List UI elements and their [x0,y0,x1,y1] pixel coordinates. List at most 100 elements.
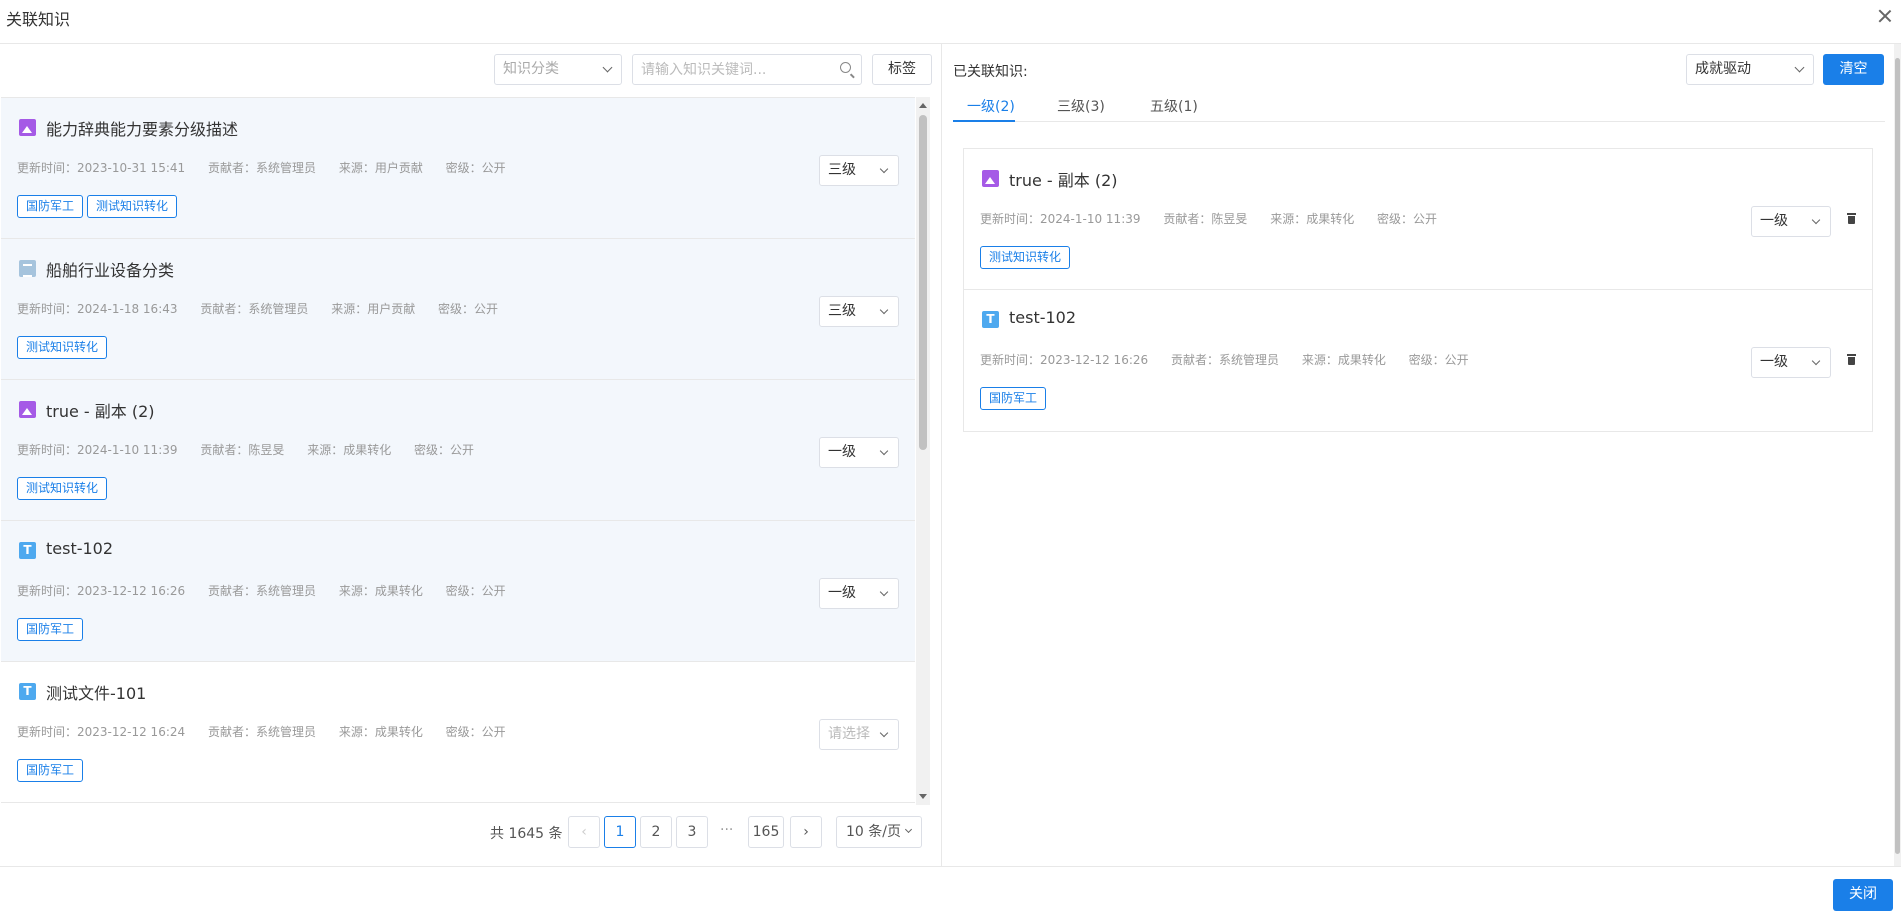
tab-level-1[interactable]: 一级(2) [967,96,1015,116]
item-secret-level: 密级：公开 [1408,353,1469,367]
item-secret-level: 密级：公开 [438,302,499,316]
level-select-value: 三级 [828,162,856,178]
list-item[interactable]: true - 副本 (2) 更新时间：2024-1-10 11:39 贡献者：陈… [964,149,1872,290]
pagination-total: 共 1645 条 [490,826,563,842]
item-secret-level: 密级：公开 [445,725,506,739]
knowledge-list: 能力辞典能力要素分级描述 更新时间：2023-10-31 15:41 贡献者：系… [1,97,915,805]
item-tags: 国防军工 测试知识转化 [17,195,181,218]
tag-badge: 国防军工 [980,387,1047,410]
item-meta: 更新时间：2024-1-10 11:39 贡献者：陈昱旻 来源：成果转化 密级：… [980,210,1456,227]
chevron-down-icon [1811,356,1821,366]
level-select-value: 一级 [828,585,856,601]
search-box [632,54,862,85]
list-item[interactable]: T test-102 更新时间：2023-12-12 16:26 贡献者：系统管… [964,290,1872,431]
panel-scrollbar[interactable] [1894,44,1901,866]
item-updated: 更新时间：2024-1-18 16:43 [17,302,178,316]
level-select[interactable]: 三级 [819,155,899,186]
scroll-up-arrow-icon[interactable] [919,103,927,108]
dialog-title: 关联知识 [6,10,71,29]
item-title[interactable]: test-102 [46,539,113,558]
list-scrollbar[interactable] [916,97,930,805]
item-secret-level: 密级：公开 [445,584,506,598]
delete-icon[interactable] [1847,213,1856,224]
level-select[interactable]: 一级 [819,437,899,468]
list-item[interactable]: true - 副本 (2) 更新时间：2024-1-10 11:39 贡献者：陈… [1,380,915,521]
clear-button[interactable]: 清空 [1823,54,1884,85]
tab-level-5[interactable]: 五级(1) [1150,96,1198,116]
item-tags: 国防军工 [17,759,87,782]
category-select[interactable]: 知识分类 [494,54,622,85]
tag-badge: 测试知识转化 [17,336,108,359]
tag-badge: 测试知识转化 [980,246,1071,269]
level-select[interactable]: 一级 [819,578,899,609]
close-button[interactable]: 关闭 [1833,879,1893,911]
page-button[interactable]: 1 [604,816,636,848]
chevron-down-icon [879,446,889,456]
page-button[interactable]: 2 [640,816,672,848]
drive-select[interactable]: 成就驱动 [1686,54,1814,85]
level-select[interactable]: 一级 [1751,206,1831,237]
image-icon [19,401,36,418]
list-item[interactable]: 船舶行业设备分类 更新时间：2024-1-18 16:43 贡献者：系统管理员 … [1,239,915,380]
document-icon [19,260,36,277]
page-button[interactable]: 165 [748,816,784,848]
item-title[interactable]: test-102 [1009,308,1076,327]
level-select-value: 一级 [1760,213,1788,229]
level-tabs: 一级(2) 三级(3) 五级(1) [953,92,1885,122]
chevron-down-icon [879,728,889,738]
scroll-down-arrow-icon[interactable] [919,794,927,799]
item-tags: 测试知识转化 [17,477,111,500]
item-title[interactable]: 测试文件-101 [46,680,146,704]
filter-toolbar: 知识分类 标签 [0,44,942,96]
level-select[interactable]: 三级 [819,296,899,327]
item-tags: 国防军工 [980,387,1050,410]
item-contributor: 贡献者：系统管理员 [200,302,309,316]
scrollbar-thumb[interactable] [1895,58,1900,854]
list-item[interactable]: T 测试文件-101 更新时间：2023-12-12 16:24 贡献者：系统管… [1,662,915,803]
page-size-select[interactable]: 10 条/页 [836,816,922,848]
page-button[interactable]: 3 [676,816,708,848]
item-secret-level: 密级：公开 [1377,212,1438,226]
level-select[interactable]: 请选择 [819,719,899,750]
scrollbar-thumb[interactable] [919,115,927,450]
item-title[interactable]: true - 副本 (2) [1009,167,1118,191]
item-title[interactable]: 能力辞典能力要素分级描述 [46,116,238,140]
chevron-down-icon [879,164,889,174]
level-select-value: 一级 [828,444,856,460]
text-icon: T [982,311,999,328]
level-select[interactable]: 一级 [1751,347,1831,378]
linked-knowledge-panel: 已关联知识: 成就驱动 清空 一级(2) 三级(3) 五级(1) true - … [943,44,1901,866]
list-item[interactable]: T test-102 更新时间：2023-12-12 16:26 贡献者：系统管… [1,521,915,662]
linked-knowledge-list: true - 副本 (2) 更新时间：2024-1-10 11:39 贡献者：陈… [963,148,1873,432]
level-select-value: 三级 [828,303,856,319]
drive-select-value: 成就驱动 [1695,61,1751,77]
pagination-ellipsis[interactable]: ··· [720,822,733,838]
tag-button[interactable]: 标签 [872,54,932,85]
tag-badge: 国防军工 [17,759,84,782]
delete-icon[interactable] [1847,354,1856,365]
item-title[interactable]: true - 副本 (2) [46,398,155,422]
item-updated: 更新时间：2024-1-10 11:39 [980,212,1141,226]
item-secret-level: 密级：公开 [414,443,475,457]
item-tags: 国防军工 [17,618,87,641]
item-source: 来源：成果转化 [307,443,392,457]
chevron-down-icon [879,587,889,597]
tab-level-3[interactable]: 三级(3) [1057,96,1105,116]
item-source: 来源：用户贡献 [331,302,416,316]
dialog-header: 关联知识 [0,0,1901,44]
prev-page-button[interactable]: ‹ [568,816,600,848]
item-title[interactable]: 船舶行业设备分类 [46,257,174,281]
search-icon[interactable] [840,62,851,73]
item-source: 来源：成果转化 [1270,212,1355,226]
chevron-down-icon [1794,62,1805,73]
item-meta: 更新时间：2024-1-10 11:39 贡献者：陈昱旻 来源：成果转化 密级：… [17,441,493,458]
chevron-down-icon [879,305,889,315]
close-icon[interactable] [1875,6,1895,26]
list-item[interactable]: 能力辞典能力要素分级描述 更新时间：2023-10-31 15:41 贡献者：系… [1,98,915,239]
next-page-button[interactable]: › [790,816,822,848]
item-secret-level: 密级：公开 [445,161,506,175]
item-updated: 更新时间：2023-10-31 15:41 [17,161,186,175]
item-contributor: 贡献者：系统管理员 [207,161,316,175]
search-input[interactable] [633,55,833,84]
item-contributor: 贡献者：系统管理员 [207,584,316,598]
